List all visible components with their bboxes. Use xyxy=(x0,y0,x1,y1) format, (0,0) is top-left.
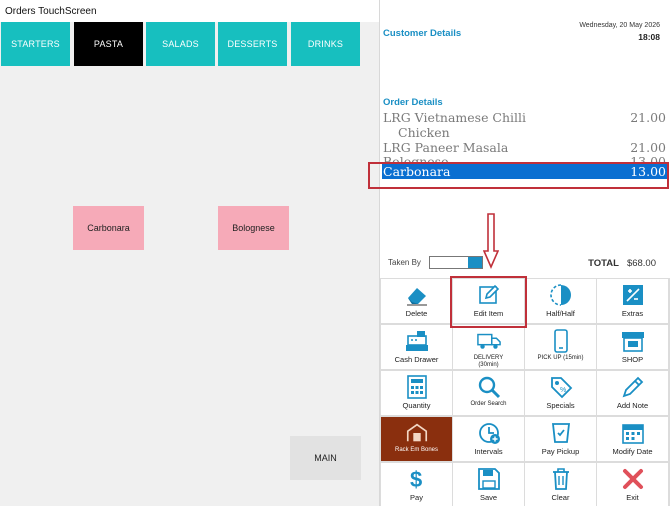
trash-icon xyxy=(549,467,573,491)
order-line[interactable]: LRG Paneer Masala 21.00 xyxy=(382,140,669,155)
item-bolognese-button[interactable]: Bolognese xyxy=(218,206,289,250)
order-line-continuation[interactable]: Chicken xyxy=(382,125,669,140)
time-label: 18:08 xyxy=(638,32,660,42)
pencil-icon xyxy=(621,375,645,399)
mobile-phone-icon xyxy=(549,329,573,353)
save-icon xyxy=(477,467,501,491)
tab-drinks[interactable]: DRINKS xyxy=(291,22,360,66)
svg-text:%: % xyxy=(560,387,566,394)
tab-desserts[interactable]: DESSERTS xyxy=(218,22,287,66)
quantity-button[interactable]: Quantity xyxy=(381,371,452,415)
intervals-label: Intervals xyxy=(474,447,503,456)
item-carbonara-button[interactable]: Carbonara xyxy=(73,206,144,250)
extras-button[interactable]: Extras xyxy=(597,279,668,323)
clear-label: Clear xyxy=(551,493,570,502)
shop-button[interactable]: SHOP xyxy=(597,325,668,369)
customer-details-title: Customer Details xyxy=(383,28,462,39)
orders-app: Orders TouchScreen STARTERS PASTA SALADS… xyxy=(0,0,670,506)
taken-by-input[interactable] xyxy=(429,256,483,269)
down-arrow-annotation xyxy=(483,213,499,269)
save-label: Save xyxy=(479,493,498,502)
order-search-label: Order Search xyxy=(470,401,507,407)
delete-button[interactable]: Delete xyxy=(381,279,452,323)
add-note-button[interactable]: Add Note xyxy=(597,371,668,415)
pick-up-label: PICK UP (15min) xyxy=(537,355,584,361)
order-line-name: LRG Vietnamese Chilli xyxy=(383,110,527,125)
close-icon xyxy=(621,467,645,491)
exit-label: Exit xyxy=(626,493,639,502)
tab-pasta[interactable]: PASTA xyxy=(74,22,143,66)
delivery-label: DELIVERY (30min) xyxy=(473,355,504,368)
order-line-name: Chicken xyxy=(398,125,450,140)
taken-by-dropdown[interactable] xyxy=(468,257,482,268)
order-line[interactable]: LRG Vietnamese Chilli 21.00 xyxy=(382,110,669,125)
rack-em-bones-logo xyxy=(405,421,429,445)
shop-label: SHOP xyxy=(621,355,644,364)
edit-item-highlight xyxy=(450,276,527,328)
eraser-icon xyxy=(405,283,429,307)
search-icon xyxy=(477,375,501,399)
specials-button[interactable]: % Specials xyxy=(525,371,596,415)
clock-plus-icon xyxy=(477,421,501,445)
specials-label: Specials xyxy=(546,401,575,410)
rack-em-bones-label: Rack Em Bones xyxy=(394,447,439,453)
order-details-title: Order Details xyxy=(383,97,443,108)
intervals-button[interactable]: Intervals xyxy=(453,417,524,461)
order-line-name: LRG Paneer Masala xyxy=(383,140,509,155)
pay-button[interactable]: $ Pay xyxy=(381,463,452,506)
specials-tag-icon: % xyxy=(549,375,573,399)
calendar-icon xyxy=(621,421,645,445)
modify-date-label: Modify Date xyxy=(612,447,653,456)
taken-by-label: Taken By xyxy=(388,258,421,267)
half-circle-icon xyxy=(549,283,573,307)
pay-pickup-label: Pay Pickup xyxy=(541,447,580,456)
order-line-price: 21.00 xyxy=(630,140,666,155)
rack-em-bones-button[interactable]: Rack Em Bones xyxy=(381,417,452,461)
extras-label: Extras xyxy=(621,309,644,318)
modify-date-button[interactable]: Modify Date xyxy=(597,417,668,461)
cash-drawer-label: Cash Drawer xyxy=(394,355,439,364)
quantity-label: Quantity xyxy=(402,401,431,410)
tab-starters[interactable]: STARTERS xyxy=(1,22,70,66)
calculator-icon xyxy=(405,375,429,399)
cash-drawer-button[interactable]: Cash Drawer xyxy=(381,325,452,369)
delete-label: Delete xyxy=(405,309,428,318)
pay-pickup-icon xyxy=(549,421,573,445)
half-half-button[interactable]: Half/Half xyxy=(525,279,596,323)
order-line-price: 21.00 xyxy=(630,110,666,125)
half-half-label: Half/Half xyxy=(546,309,575,318)
selected-line-highlight xyxy=(368,162,669,189)
delivery-truck-icon xyxy=(476,329,501,353)
total-value: $68.00 xyxy=(626,258,656,269)
tab-salads[interactable]: SALADS xyxy=(146,22,215,66)
svg-text:$: $ xyxy=(410,467,422,492)
save-button[interactable]: Save xyxy=(453,463,524,506)
menu-pane xyxy=(0,22,379,506)
total-label: TOTAL xyxy=(588,258,619,269)
date-label: Wednesday, 20 May 2026 xyxy=(579,22,660,29)
order-search-button[interactable]: Order Search xyxy=(453,371,524,415)
shop-icon xyxy=(621,329,645,353)
extras-icon xyxy=(621,283,645,307)
add-note-label: Add Note xyxy=(616,401,649,410)
clear-button[interactable]: Clear xyxy=(525,463,596,506)
pick-up-button[interactable]: PICK UP (15min) xyxy=(525,325,596,369)
delivery-button[interactable]: DELIVERY (30min) xyxy=(453,325,524,369)
main-button[interactable]: MAIN xyxy=(290,436,361,480)
cash-register-icon xyxy=(405,329,429,353)
exit-button[interactable]: Exit xyxy=(597,463,668,506)
pay-label: Pay xyxy=(410,493,423,502)
dollar-icon: $ xyxy=(405,467,429,492)
total-display: TOTAL $68.00 xyxy=(588,258,656,269)
pay-pickup-button[interactable]: Pay Pickup xyxy=(525,417,596,461)
